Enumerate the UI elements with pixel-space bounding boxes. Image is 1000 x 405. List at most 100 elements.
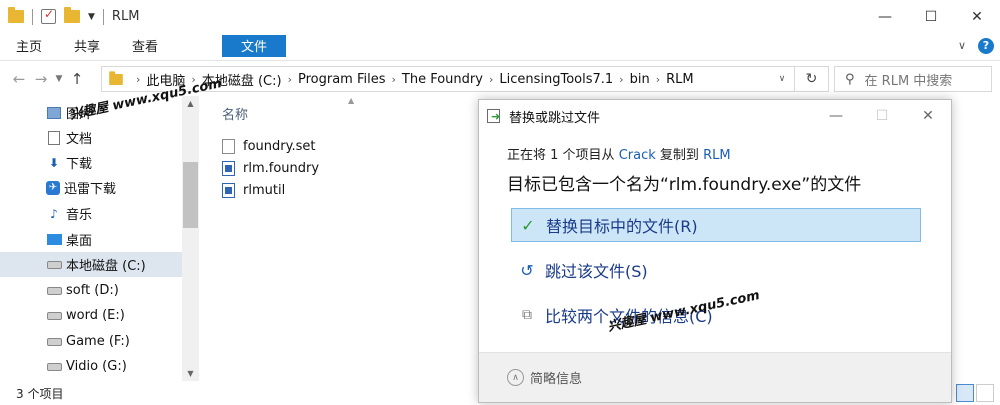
separator [32, 8, 33, 25]
folder-icon [8, 7, 24, 23]
chevron-right-icon[interactable]: › [489, 73, 493, 86]
document-icon [46, 130, 62, 145]
sidebar-item-thunder[interactable]: ✈ 迅雷下载 [0, 175, 182, 200]
sidebar-item-drive-f[interactable]: Game (F:) [0, 329, 182, 354]
sidebar-item-label: 本地磁盘 (C:) [66, 259, 146, 274]
sidebar-item-desktop[interactable]: 桌面 [0, 227, 182, 252]
copy-status-mid: 复制到 [659, 148, 699, 163]
crumb-rlm[interactable]: RLM [666, 72, 694, 87]
search-placeholder: 在 RLM 中搜索 [864, 73, 953, 89]
sidebar-item-label: 迅雷下载 [64, 182, 117, 197]
ribbon-tabs: 文件 主页 共享 查看 ∨ ? [0, 33, 1000, 58]
sidebar-item-drive-c[interactable]: 本地磁盘 (C:) [0, 252, 182, 277]
search-input[interactable]: ⚲ 在 RLM 中搜索 [834, 66, 992, 92]
tab-view[interactable]: 查看 [116, 33, 174, 58]
scrollbar-thumb[interactable] [183, 162, 198, 228]
crumb-program-files[interactable]: Program Files [298, 72, 386, 87]
file-name: rlm.foundry [243, 160, 320, 176]
tab-home[interactable]: 主页 [0, 33, 58, 58]
navigation-pane: 图片 文档 ⬇ 下载 ✈ 迅雷下载 ♪ 音乐 桌面 本地磁盘 (C:) soft… [0, 96, 200, 381]
search-icon: ⚲ [845, 71, 855, 87]
tab-share[interactable]: 共享 [58, 33, 116, 58]
dialog-footer: ∧ 简略信息 [479, 352, 951, 402]
crumb-the-foundry[interactable]: The Foundry [402, 72, 483, 87]
close-button[interactable]: ✕ [954, 0, 1000, 33]
app-file-icon [222, 182, 235, 198]
desktop-icon [46, 233, 62, 247]
crumb-licensingtools[interactable]: LicensingTools7.1 [499, 72, 613, 87]
list-item[interactable]: rlm.foundry [222, 157, 319, 179]
window-title: RLM [111, 9, 140, 24]
option-label: 跳过该文件(S) [545, 262, 648, 281]
destination-folder-link[interactable]: RLM [703, 148, 731, 163]
item-count: 3 个项目 [16, 386, 64, 401]
tab-file[interactable]: 文件 [222, 34, 287, 57]
list-item[interactable]: foundry.set [222, 135, 315, 157]
drive-icon [46, 258, 62, 272]
up-icon[interactable]: ↑ [66, 70, 88, 88]
fewer-details-link[interactable]: 简略信息 [530, 368, 582, 387]
sidebar-scrollbar[interactable]: ▲ ▼ [182, 96, 199, 381]
details-view-icon[interactable] [956, 384, 974, 402]
sidebar-item-label: 下载 [66, 157, 93, 172]
chevron-right-icon[interactable]: › [619, 73, 623, 86]
maximize-button[interactable]: ☐ [908, 0, 954, 33]
drive-icon [46, 360, 62, 374]
conflict-message: 目标已包含一个名为“rlm.foundry.exe”的文件 [507, 175, 862, 195]
refresh-icon[interactable]: ↻ [794, 67, 828, 91]
skip-file-option[interactable]: ↺ 跳过该文件(S) [511, 253, 921, 287]
scroll-down-icon[interactable]: ▼ [182, 369, 199, 378]
column-header-name[interactable]: 名称 [222, 104, 248, 123]
file-icon [222, 138, 235, 154]
sidebar-item-music[interactable]: ♪ 音乐 [0, 201, 182, 226]
chevron-right-icon[interactable]: › [656, 73, 660, 86]
list-item[interactable]: rlmutil [222, 179, 285, 201]
sidebar-item-downloads[interactable]: ⬇ 下载 [0, 150, 182, 175]
app-file-icon [222, 160, 235, 176]
dialog-body: 正在将 1 个项目从 Crack 复制到 RLM 目标已包含一个名为“rlm.f… [479, 132, 951, 354]
minimize-button[interactable]: — [862, 0, 908, 33]
dialog-title-bar: 替换或跳过文件 — ☐ ✕ [479, 100, 951, 132]
sidebar-item-drive-d[interactable]: soft (D:) [0, 278, 182, 303]
crumb-bin[interactable]: bin [630, 72, 650, 87]
properties-icon[interactable] [41, 7, 56, 24]
dialog-title: 替换或跳过文件 [509, 110, 601, 126]
drive-icon [46, 284, 62, 298]
chevron-right-icon[interactable]: › [288, 73, 292, 86]
forward-icon[interactable]: → [30, 70, 52, 88]
sidebar-item-drive-e[interactable]: word (E:) [0, 303, 182, 328]
skip-arrow-icon: ↺ [520, 260, 534, 280]
dialog-minimize-button[interactable]: — [813, 100, 859, 132]
download-icon: ⬇ [48, 155, 60, 170]
drive-icon [46, 309, 62, 323]
music-icon: ♪ [50, 206, 58, 221]
chevron-right-icon[interactable]: › [136, 73, 140, 86]
title-bar: ▼ RLM — ☐ ✕ [0, 0, 1000, 33]
quick-access-toolbar: ▼ [0, 0, 104, 33]
back-icon[interactable]: ← [8, 70, 30, 88]
expand-ribbon-icon[interactable]: ∨ [958, 39, 966, 52]
file-name: rlmutil [243, 182, 286, 198]
drive-icon [46, 335, 62, 349]
address-dropdown-icon[interactable]: ∨ [772, 67, 792, 91]
customize-dropdown-icon[interactable]: ▼ [88, 12, 95, 22]
dialog-close-button[interactable]: ✕ [905, 100, 951, 132]
sidebar-item-label: 文档 [66, 132, 93, 147]
replace-file-option[interactable]: ✓ 替换目标中的文件(R) [511, 208, 921, 242]
file-name: foundry.set [243, 138, 316, 154]
help-icon[interactable]: ? [978, 37, 994, 54]
dialog-maximize-button: ☐ [875, 108, 889, 124]
sidebar-item-drive-g[interactable]: Vidio (G:) [0, 354, 182, 379]
thunder-icon: ✈ [46, 180, 60, 195]
chevron-right-icon[interactable]: › [391, 73, 395, 86]
large-icons-view-icon[interactable] [976, 384, 994, 402]
sidebar-item-documents[interactable]: 文档 [0, 125, 182, 150]
separator [102, 8, 104, 25]
view-buttons [956, 384, 994, 402]
chevron-up-icon[interactable]: ∧ [507, 369, 524, 386]
new-folder-icon[interactable] [64, 7, 80, 23]
scroll-up-icon[interactable]: ▲ [182, 99, 199, 108]
recent-locations-icon[interactable]: ▼ [52, 74, 66, 84]
source-folder-link[interactable]: Crack [619, 148, 656, 163]
replace-or-skip-dialog: 替换或跳过文件 — ☐ ✕ 正在将 1 个项目从 Crack 复制到 RLM 目… [478, 99, 952, 403]
